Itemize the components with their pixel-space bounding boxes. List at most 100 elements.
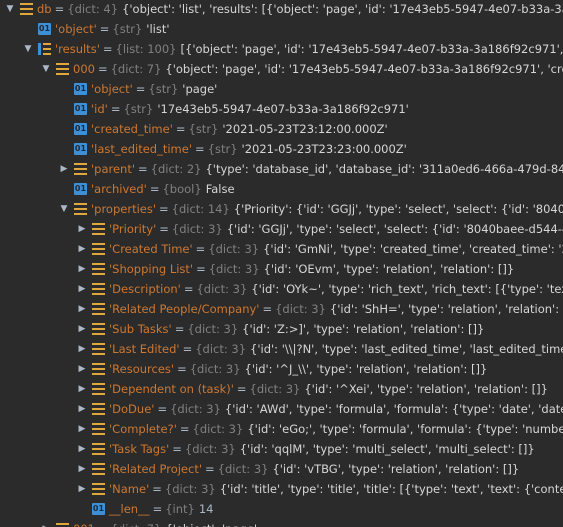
tree-row-task-tags[interactable]: ▶ 'Task Tags' = {dict: 3} {'id': 'qqlM', 'ty…	[0, 439, 563, 459]
equals-sign: =	[174, 322, 185, 336]
dict-type-icon	[92, 243, 105, 255]
value-type-icon	[74, 103, 87, 115]
variable-value: '2021-05-23T23:12:00.000Z'	[222, 122, 388, 136]
variable-name: 'archived'	[91, 182, 147, 196]
type-label: {dict: 3}	[249, 382, 301, 396]
tree-row-last-edited-time[interactable]: 'last_edited_time'={str}'2021-05-23T23:2…	[0, 139, 563, 159]
expand-arrow-icon[interactable]: ▼	[22, 44, 34, 54]
equals-sign: =	[196, 262, 206, 276]
tree-row-last-edited[interactable]: ▶ 'Last Edited' = {dict: 3} {'id': '\\|?N', …	[0, 339, 563, 359]
collapse-arrow-icon[interactable]: ▶	[76, 264, 88, 274]
tree-row-len[interactable]: __len__={int}14	[0, 499, 563, 519]
collapse-arrow-icon[interactable]: ▶	[76, 364, 88, 374]
variable-name: db	[37, 2, 52, 16]
variable-name: 'Task Tags'	[109, 442, 170, 456]
variable-name: __len__	[109, 502, 150, 516]
variable-name: 'Description'	[109, 282, 181, 296]
tree-row-results[interactable]: ▼ 'results' = {list: 100} [{'object': 'page'…	[0, 39, 563, 59]
type-label: {dict: 3}	[196, 282, 248, 296]
type-label: {dict: 3}	[217, 462, 269, 476]
expand-arrow-icon[interactable]: ▼	[4, 4, 16, 14]
collapse-arrow-icon[interactable]: ▶	[76, 244, 88, 254]
dict-type-icon	[92, 223, 105, 235]
variable-value: {'id': 'vTBG', 'type': 'relation', 'rela…	[272, 462, 520, 476]
type-label: {dict: 3}	[275, 302, 326, 316]
tree-row-object[interactable]: 'object'={str}'page'	[0, 79, 563, 99]
tree-row-related-people-company[interactable]: ▶ 'Related People/Company' = {dict: 3} {'id'…	[0, 299, 563, 319]
tree-row-description[interactable]: ▶ 'Description' = {dict: 3} {'id': 'OYk~', '…	[0, 279, 563, 299]
type-label: {list: 100}	[115, 42, 177, 56]
type-label: {dict: 2}	[150, 162, 202, 176]
collapse-arrow-icon[interactable]: ▶	[58, 164, 70, 174]
dict-type-icon	[56, 63, 69, 75]
collapse-arrow-icon[interactable]: ▶	[76, 484, 88, 494]
variable-value: '2021-05-23T23:23:00.000Z'	[241, 142, 407, 156]
expand-arrow-icon[interactable]: ▼	[40, 64, 52, 74]
type-label: {dict: 14}	[171, 202, 230, 216]
type-label: {dict: 3}	[192, 422, 244, 436]
variable-value: {'object': 'page', 'id': '17e43eb5-5947-…	[165, 62, 563, 76]
tree-row-created-time[interactable]: ▶ 'Created Time' = {dict: 3} {'id': 'GmNi', …	[0, 239, 563, 259]
variable-value: {'id': 'title', 'type': 'title', 'title'…	[219, 482, 563, 496]
variable-value: {'id': 'AWd', 'type': 'formula', 'formul…	[224, 402, 563, 416]
tree-row-id[interactable]: 'id'={str}'17e43eb5-5947-4e07-b33a-3a186…	[0, 99, 563, 119]
dict-type-icon	[92, 443, 105, 455]
variables-tree: ▼ db = {dict: 4} {'object': 'list', 'results…	[0, 0, 563, 527]
variable-name: 'id'	[91, 102, 108, 116]
variable-name: 000	[73, 62, 95, 76]
collapse-arrow-icon[interactable]: ▶	[76, 304, 88, 314]
tree-row-complete[interactable]: ▶ 'Complete?' = {dict: 3} {'id': 'eGo;', 'ty…	[0, 419, 563, 439]
equals-sign: =	[195, 142, 205, 156]
variable-name: 001	[73, 522, 95, 527]
collapse-arrow-icon[interactable]: ▶	[76, 284, 88, 294]
equals-sign: =	[138, 162, 148, 176]
type-label: {dict: 3}	[208, 262, 260, 276]
type-label: {dict: 3}	[164, 482, 216, 496]
type-label: {dict: 7}	[110, 62, 162, 76]
tree-row-properties[interactable]: ▼ 'properties' = {dict: 14} {'Priority': {'i…	[0, 199, 563, 219]
dict-type-icon	[92, 383, 105, 395]
type-label: {dict: 7}	[111, 522, 162, 527]
tree-row-001[interactable]: ▶001={dict: 7}{'object': 'page', ...	[0, 519, 563, 527]
equals-sign: =	[95, 522, 111, 527]
collapse-arrow-icon[interactable]: ▶	[76, 404, 88, 414]
equals-sign: =	[205, 462, 215, 476]
tree-row-name[interactable]: ▶ 'Name' = {dict: 3} {'id': 'title', 'type':…	[0, 479, 563, 499]
dict-type-icon	[92, 423, 105, 435]
collapse-arrow-icon[interactable]: ▶	[76, 424, 88, 434]
tree-row-dependent-on-task[interactable]: ▶ 'Dependent on (task)' = {dict: 3} {'id': '…	[0, 379, 563, 399]
variable-value: {'id': 'OYk~', 'type': 'rich_text', 'ric…	[251, 282, 563, 296]
collapse-arrow-icon[interactable]: ▶	[76, 464, 88, 474]
dict-type-icon	[92, 283, 105, 295]
variable-value: False	[205, 182, 235, 196]
tree-row-priority[interactable]: ▶ 'Priority' = {dict: 3} {'id': 'GGJj', 'typ…	[0, 219, 563, 239]
equals-sign: =	[157, 402, 168, 416]
tree-row-sub-tasks[interactable]: ▶ 'Sub Tasks' = {dict: 3} {'id': 'Z:>]', 'ty…	[0, 319, 563, 339]
variable-name: 'DoDue'	[109, 402, 155, 416]
tree-row-dodue[interactable]: ▶ 'DoDue' = {dict: 3} {'id': 'AWd', 'type': …	[0, 399, 563, 419]
variable-value: {'id': 'GmNi', 'type': 'created_time', '…	[263, 242, 563, 256]
tree-row-related-project[interactable]: ▶ 'Related Project' = {dict: 3} {'id': 'vTBG…	[0, 459, 563, 479]
tree-row-object[interactable]: 'object'={str}'list'	[0, 19, 563, 39]
collapse-arrow-icon[interactable]: ▶	[76, 324, 88, 334]
expand-arrow-icon[interactable]: ▼	[58, 204, 70, 214]
tree-row-shopping-list[interactable]: ▶ 'Shopping List' = {dict: 3} {'id': 'OEvm',…	[0, 259, 563, 279]
tree-row-parent[interactable]: ▶ 'parent' = {dict: 2} {'type': 'database_id…	[0, 159, 563, 179]
collapse-arrow-icon[interactable]: ▶	[76, 224, 88, 234]
variable-name: 'properties'	[91, 202, 157, 216]
equals-sign: =	[110, 102, 121, 116]
collapse-arrow-icon[interactable]: ▶	[76, 444, 88, 454]
tree-row-archived[interactable]: 'archived'={bool}False	[0, 179, 563, 199]
dict-type-icon	[92, 303, 105, 315]
variable-name: 'created_time'	[91, 122, 173, 136]
variable-value: {'id': '^J_\\', 'type': 'relation', 'rel…	[244, 362, 488, 376]
collapse-arrow-icon[interactable]: ▶	[76, 344, 88, 354]
collapse-arrow-icon[interactable]: ▶	[76, 384, 88, 394]
tree-row-db[interactable]: ▼ db = {dict: 4} {'object': 'list', 'results…	[0, 0, 563, 19]
tree-row-000[interactable]: ▼ 000 = {dict: 7} {'object': 'page', 'id': '…	[0, 59, 563, 79]
variable-name: 'Related People/Company'	[109, 302, 260, 316]
tree-row-created-time[interactable]: 'created_time'={str}'2021-05-23T23:12:00…	[0, 119, 563, 139]
variable-value: [{'object': 'page', 'id': '17e43eb5-5947…	[180, 42, 563, 56]
variable-name: 'results'	[55, 42, 100, 56]
tree-row-resources[interactable]: ▶ 'Resources' = {dict: 3} {'id': '^J_\\', 't…	[0, 359, 563, 379]
